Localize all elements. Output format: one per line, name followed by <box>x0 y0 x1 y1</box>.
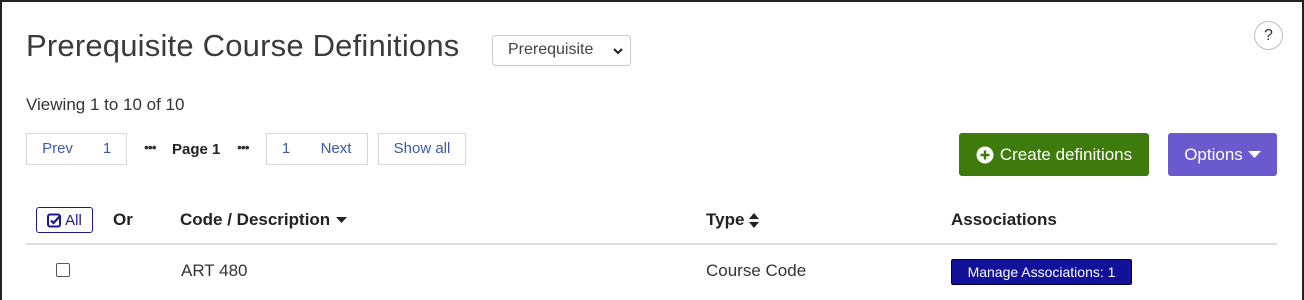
last-page-button[interactable]: 1 <box>266 133 306 165</box>
viewing-count: Viewing 1 to 10 of 10 <box>26 95 185 114</box>
definition-type-value: Prerequisite <box>508 41 594 58</box>
create-definitions-label: Create definitions <box>999 144 1133 164</box>
options-label: Options <box>1184 144 1243 164</box>
pagination-ellipsis: ••• <box>144 139 157 155</box>
column-header-type[interactable]: Type <box>706 210 760 230</box>
definition-type-select[interactable]: Prerequisite <box>492 35 631 66</box>
options-button[interactable]: Options <box>1168 133 1277 176</box>
row-code: ART 480 <box>181 261 248 280</box>
row-checkbox[interactable] <box>56 263 70 277</box>
create-definitions-button[interactable]: Create definitions <box>959 133 1149 176</box>
sort-down-icon <box>336 216 348 223</box>
column-header-code[interactable]: Code / Description <box>180 210 348 230</box>
column-header-code-label: Code / Description <box>180 210 331 229</box>
select-all-button[interactable]: All <box>36 207 93 233</box>
prev-button[interactable]: Prev <box>26 133 89 165</box>
chevron-down-icon <box>613 48 623 55</box>
plus-circle-icon <box>976 146 994 163</box>
row-type: Course Code <box>706 261 807 280</box>
show-all-button[interactable]: Show all <box>378 133 466 165</box>
next-button[interactable]: Next <box>305 133 368 165</box>
check-square-icon <box>47 213 62 227</box>
select-all-label: All <box>65 211 82 229</box>
first-page-button[interactable]: 1 <box>88 133 127 165</box>
current-page-label: Page 1 <box>172 141 221 158</box>
table-header-divider <box>26 243 1277 245</box>
column-header-or: Or <box>113 210 133 229</box>
column-header-type-label: Type <box>706 210 745 229</box>
page-title: Prerequisite Course Definitions <box>26 28 460 63</box>
sort-icon <box>749 212 760 228</box>
caret-down-icon <box>1247 150 1261 158</box>
help-button[interactable]: ? <box>1254 21 1283 50</box>
manage-associations-button[interactable]: Manage Associations: 1 <box>951 259 1132 285</box>
column-header-associations: Associations <box>951 210 1057 229</box>
pagination-ellipsis: ••• <box>237 139 250 155</box>
